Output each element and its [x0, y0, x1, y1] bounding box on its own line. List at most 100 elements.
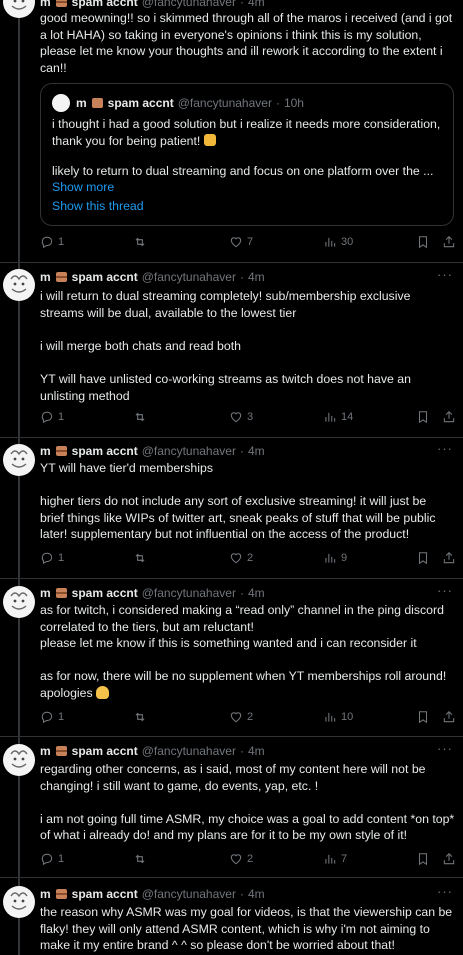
bookmark-button[interactable]: [416, 410, 434, 424]
like-button[interactable]: 2: [229, 710, 253, 724]
share-icon: [443, 711, 455, 723]
box-emoji-icon: [55, 446, 67, 456]
reply-button[interactable]: 1: [40, 710, 64, 724]
retweet-button[interactable]: [133, 410, 151, 424]
tweet[interactable]: m spam accnt @fancytunahaver · 4m ··· re…: [0, 736, 463, 877]
retweet-button[interactable]: [133, 710, 151, 724]
show-more-link[interactable]: Show more: [52, 180, 114, 194]
heart-icon: [230, 412, 242, 423]
more-icon[interactable]: ···: [437, 741, 453, 756]
author-handle[interactable]: @fancytunahaver: [142, 0, 236, 9]
reply-button[interactable]: 1: [40, 551, 64, 565]
retweet-button[interactable]: [133, 852, 151, 866]
timestamp[interactable]: 4m: [248, 270, 265, 284]
timestamp[interactable]: 4m: [248, 586, 265, 600]
tweet[interactable]: m spam accnt @fancytunahaver · 4m ··· i …: [0, 262, 463, 437]
avatar[interactable]: [3, 744, 35, 776]
like-button[interactable]: 7: [229, 235, 253, 249]
quote-header: m spam accnt @fancytunahaver · 10h: [52, 94, 304, 112]
views-icon: [325, 553, 336, 563]
share-button[interactable]: [442, 710, 460, 724]
author-name[interactable]: m: [40, 586, 51, 600]
tweet[interactable]: m spam accnt @fancytunahaver · 4m ··· YT…: [0, 437, 463, 578]
reply-button[interactable]: 1: [40, 852, 64, 866]
quote-text-2: likely to return to dual streaming and f…: [52, 164, 434, 178]
retweet-button[interactable]: [133, 551, 151, 565]
separator-dot: ·: [239, 887, 244, 901]
more-icon[interactable]: ···: [437, 884, 453, 899]
timestamp[interactable]: 4m: [248, 444, 265, 458]
more-icon[interactable]: ···: [437, 441, 453, 456]
author-handle[interactable]: @fancytunahaver: [142, 270, 236, 284]
author-name[interactable]: m: [40, 887, 51, 901]
views-count: 30: [341, 236, 354, 248]
avatar[interactable]: [3, 269, 35, 301]
timestamp[interactable]: 4m: [248, 744, 265, 758]
heart-icon: [230, 237, 242, 248]
views-icon: [325, 712, 336, 722]
retweet-button[interactable]: [133, 235, 151, 249]
avatar[interactable]: [3, 0, 35, 18]
show-thread-link[interactable]: Show this thread: [52, 199, 144, 213]
views-button[interactable]: 10: [323, 710, 353, 724]
timestamp[interactable]: 4m: [248, 887, 265, 901]
more-icon[interactable]: ···: [437, 267, 453, 282]
like-button[interactable]: 3: [229, 410, 253, 424]
tweet[interactable]: m spam accnt @fancytunahaver · 4m good m…: [0, 0, 463, 262]
author-name-suffix[interactable]: spam accnt: [72, 0, 138, 9]
bookmark-button[interactable]: [416, 551, 434, 565]
reply-count: 1: [58, 552, 65, 564]
author-name-suffix[interactable]: spam accnt: [72, 270, 138, 284]
share-button[interactable]: [442, 235, 460, 249]
avatar[interactable]: [3, 444, 35, 476]
share-icon: [443, 552, 455, 564]
bookmark-button[interactable]: [416, 852, 434, 866]
separator-dot: ·: [239, 744, 244, 758]
like-count: 2: [247, 711, 254, 723]
retweet-icon: [135, 712, 145, 722]
quoted-tweet[interactable]: m spam accnt @fancytunahaver · 10h i tho…: [40, 83, 454, 226]
author-name-suffix[interactable]: spam accnt: [72, 444, 138, 458]
like-button[interactable]: 2: [229, 551, 253, 565]
reply-count: 1: [58, 411, 65, 423]
author-handle[interactable]: @fancytunahaver: [142, 444, 236, 458]
author-name-suffix[interactable]: spam accnt: [72, 744, 138, 758]
avatar[interactable]: [3, 886, 35, 918]
tweet-text: as for twitch, i considered making a “re…: [40, 602, 455, 702]
like-button[interactable]: 2: [229, 852, 253, 866]
more-icon[interactable]: ···: [437, 583, 453, 598]
share-button[interactable]: [442, 852, 460, 866]
action-bar: 1 7 30: [40, 235, 455, 251]
reply-icon: [41, 552, 53, 565]
views-button[interactable]: 14: [323, 410, 353, 424]
author-name-suffix[interactable]: spam accnt: [72, 586, 138, 600]
like-count: 7: [247, 236, 254, 248]
bookmark-button[interactable]: [416, 235, 434, 249]
author-name[interactable]: m: [40, 444, 51, 458]
box-emoji-icon: [55, 0, 67, 7]
tweet[interactable]: m spam accnt @fancytunahaver · 4m ··· th…: [0, 877, 463, 955]
author-handle[interactable]: @fancytunahaver: [142, 887, 236, 901]
views-button[interactable]: 9: [323, 551, 347, 565]
share-button[interactable]: [442, 410, 460, 424]
share-button[interactable]: [442, 551, 460, 565]
author-name[interactable]: m: [40, 0, 51, 9]
author-name[interactable]: m: [40, 270, 51, 284]
action-bar: 1 2 9: [40, 551, 455, 567]
timestamp[interactable]: 4m: [248, 0, 265, 9]
author-name[interactable]: m: [40, 744, 51, 758]
author-handle[interactable]: @fancytunahaver: [142, 744, 236, 758]
bookmark-button[interactable]: [416, 710, 434, 724]
box-emoji-icon: [91, 98, 103, 108]
avatar[interactable]: [3, 586, 35, 618]
author-handle[interactable]: @fancytunahaver: [142, 586, 236, 600]
views-button[interactable]: 30: [323, 235, 353, 249]
views-button[interactable]: 7: [323, 852, 347, 866]
action-bar: 1 2 7: [40, 852, 455, 868]
reply-icon: [41, 711, 53, 724]
tweet-header: m spam accnt @fancytunahaver · 4m: [40, 0, 453, 10]
author-name-suffix[interactable]: spam accnt: [72, 887, 138, 901]
reply-button[interactable]: 1: [40, 410, 64, 424]
tweet[interactable]: m spam accnt @fancytunahaver · 4m ··· as…: [0, 578, 463, 736]
reply-button[interactable]: 1: [40, 235, 64, 249]
